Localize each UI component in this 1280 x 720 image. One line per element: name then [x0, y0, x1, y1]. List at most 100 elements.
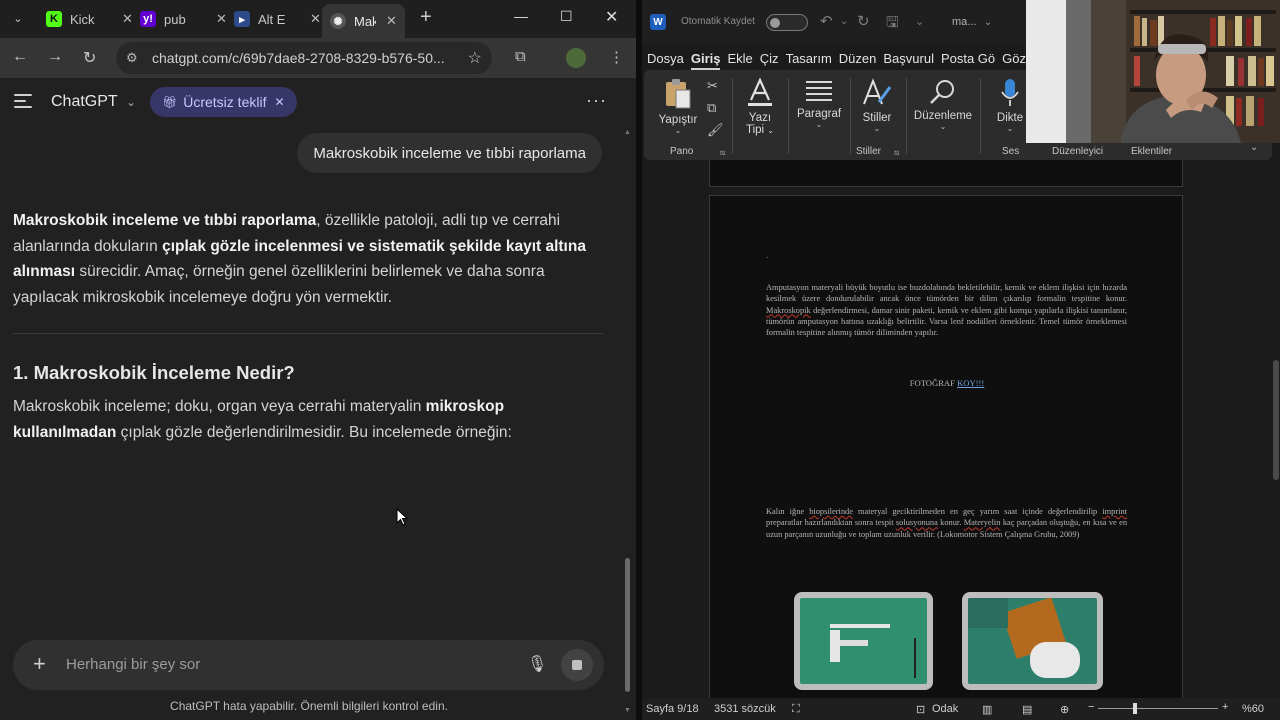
tab-insert[interactable]: Ekle — [727, 44, 752, 70]
group-editor-label: Düzenleyici — [1052, 146, 1104, 157]
doc-text: materyal geciktirilmeden en geç yarım sa… — [852, 507, 1103, 516]
tab-alt[interactable]: ▸ Alt E ✕ — [226, 4, 329, 34]
tab-layout[interactable]: Düzen — [839, 44, 877, 70]
more-options-icon[interactable]: ··· — [586, 90, 607, 111]
close-icon[interactable]: ✕ — [274, 95, 284, 109]
close-window-button[interactable]: ✕ — [605, 7, 618, 27]
styles-label: Stiller — [862, 112, 892, 124]
zoom-level[interactable]: %60 — [1242, 703, 1264, 715]
zoom-slider-thumb[interactable] — [1133, 703, 1137, 714]
forward-icon[interactable]: → — [47, 48, 63, 66]
chevron-down-icon[interactable]: ⌄ — [840, 16, 848, 27]
microphone-icon[interactable]: 🎙︎ — [527, 654, 547, 674]
editing-button[interactable]: Düzenleme ⌄ — [912, 78, 974, 131]
flagged-text[interactable]: KOY!!! — [957, 378, 984, 388]
focus-icon[interactable]: ⊡ — [916, 703, 925, 716]
document-page[interactable]: . Amputasyon materyali büyük boyutlu ise… — [709, 195, 1183, 705]
doc-paragraph-2[interactable]: Kalın iğne biopsilerinde materyal gecikt… — [766, 506, 1127, 540]
minimize-button[interactable]: — — [514, 8, 528, 24]
prompt-input[interactable]: Herhangi bir şey sor — [66, 656, 200, 673]
bookmark-star-icon[interactable]: ☆ — [468, 48, 482, 68]
doc-paragraph-1[interactable]: Amputasyon materyali büyük boyutlu ise b… — [766, 282, 1127, 338]
attach-plus-icon[interactable]: + — [33, 651, 46, 677]
doc-text: preparatlar hazırlandıktan sonra tespit — [766, 518, 896, 528]
undo-icon[interactable]: ↶ — [820, 12, 833, 30]
zoom-slider[interactable] — [1098, 708, 1218, 709]
avatar[interactable] — [566, 48, 586, 68]
webcam-overlay — [1026, 0, 1280, 143]
spelling-flag[interactable]: Makroskopik — [766, 306, 811, 315]
sidebar-toggle-icon[interactable] — [14, 94, 32, 108]
save-icon[interactable]: 🖫︎ — [886, 12, 899, 37]
back-icon[interactable]: ← — [12, 48, 28, 66]
scroll-up-icon[interactable]: ▲ — [624, 129, 631, 136]
stop-button[interactable] — [561, 649, 593, 681]
font-button[interactable]: Yazı Tipi ⌄ — [740, 78, 780, 136]
dialog-launcher-icon[interactable]: ⧅ — [720, 148, 725, 158]
free-offer-badge[interactable]: 🎁︎ Ücretsiz teklif ✕ — [150, 87, 297, 117]
dialog-launcher-icon[interactable]: ⧅ — [894, 148, 899, 158]
tab-chatgpt[interactable]: ✺ Mak ✕ — [322, 4, 405, 38]
tab-search-button[interactable]: ⌄ — [6, 6, 30, 30]
format-painter-icon[interactable]: 🖌︎ — [707, 122, 724, 138]
site-info-icon[interactable]: ⚙ — [126, 50, 144, 66]
tab-draw[interactable]: Çiz — [760, 44, 779, 70]
tab-mailings[interactable]: Posta Gö — [941, 44, 995, 70]
extensions-icon[interactable]: ⧉ — [515, 48, 526, 65]
chevron-down-icon[interactable]: ⌄ — [1250, 142, 1258, 153]
tab-references[interactable]: Başvurul — [883, 44, 934, 70]
spelling-flag[interactable]: biopsilerinde — [809, 507, 853, 516]
spelling-flag[interactable]: Materyelin — [964, 518, 1001, 527]
model-selector[interactable]: ChatGPT — [51, 93, 118, 111]
zoom-in-icon[interactable]: + — [1222, 701, 1228, 713]
biopsy-photo-2[interactable] — [962, 592, 1103, 690]
message-composer[interactable]: + Herhangi bir şey sor 🎙︎ — [13, 640, 604, 690]
word-count[interactable]: 3531 sözcük — [714, 703, 776, 715]
biopsy-photo-1[interactable] — [794, 592, 933, 690]
scroll-down-icon[interactable]: ▼ — [624, 707, 631, 714]
tab-yahoo[interactable]: y! pub ✕ — [132, 4, 235, 34]
photo-placeholder-note[interactable]: FOTOĞRAF KOY!!! — [710, 378, 1184, 388]
document-name[interactable]: ma... — [952, 16, 976, 28]
group-clipboard-label: Pano — [670, 146, 694, 157]
spelling-flag[interactable]: imprint — [1102, 507, 1127, 516]
search-icon — [930, 80, 954, 104]
paste-button[interactable]: Yapıştır ⌄ — [656, 78, 700, 135]
focus-label[interactable]: Odak — [932, 703, 958, 715]
spelling-flag[interactable]: solusyonuna — [896, 518, 938, 527]
cut-icon[interactable]: ✂ — [707, 78, 718, 94]
chevron-down-icon[interactable]: ⌄ — [984, 17, 992, 28]
print-layout-icon[interactable]: ▤ — [1022, 703, 1032, 716]
tab-file[interactable]: Dosya — [647, 44, 684, 70]
tab-review[interactable]: Göz — [1002, 44, 1026, 70]
url-input[interactable]: ⚙ chatgpt.com/c/69b7dae8-2708-8329-b576-… — [116, 42, 492, 74]
stop-icon — [572, 660, 582, 670]
accessibility-icon[interactable]: ⛶ — [792, 703, 800, 716]
maximize-button[interactable]: ☐ — [560, 8, 573, 25]
dictate-button[interactable]: Dikte ⌄ — [990, 78, 1030, 133]
read-mode-icon[interactable]: ▥ — [982, 703, 992, 716]
close-icon[interactable]: ✕ — [386, 13, 397, 29]
tab-design[interactable]: Tasarım — [786, 44, 832, 70]
word-scrollbar[interactable] — [1272, 160, 1280, 698]
redo-icon[interactable]: ↻ — [857, 12, 870, 30]
styles-button[interactable]: Stiller ⌄ — [856, 78, 898, 133]
styles-icon — [863, 78, 892, 105]
web-layout-icon[interactable]: ⊕ — [1060, 703, 1069, 716]
answer-bold: Makroskobik inceleme ve tıbbi raporlama — [13, 212, 317, 229]
paragraph-button[interactable]: Paragraf ⌄ — [792, 78, 846, 129]
tab-kick[interactable]: K Kick ✕ — [38, 4, 141, 34]
scrollbar[interactable] — [625, 558, 630, 692]
close-icon[interactable]: ✕ — [310, 11, 321, 27]
customize-qat-icon[interactable]: ⌄ — [915, 15, 924, 28]
copy-icon[interactable]: ⧉ — [707, 100, 716, 116]
autosave-toggle[interactable] — [766, 14, 808, 31]
chevron-down-icon[interactable]: ⌄ — [126, 95, 136, 109]
tab-home[interactable]: Giriş — [690, 44, 721, 70]
page-indicator[interactable]: Sayfa 9/18 — [646, 703, 699, 715]
zoom-out-icon[interactable]: − — [1088, 701, 1094, 713]
menu-kebab-icon[interactable]: ⋮ — [609, 48, 624, 66]
status-bar: Sayfa 9/18 3531 sözcük ⛶ ⊡ Odak ▥ ▤ ⊕ − … — [642, 698, 1280, 720]
new-tab-button[interactable]: + — [420, 6, 432, 29]
reload-icon[interactable]: ↻ — [83, 48, 96, 68]
